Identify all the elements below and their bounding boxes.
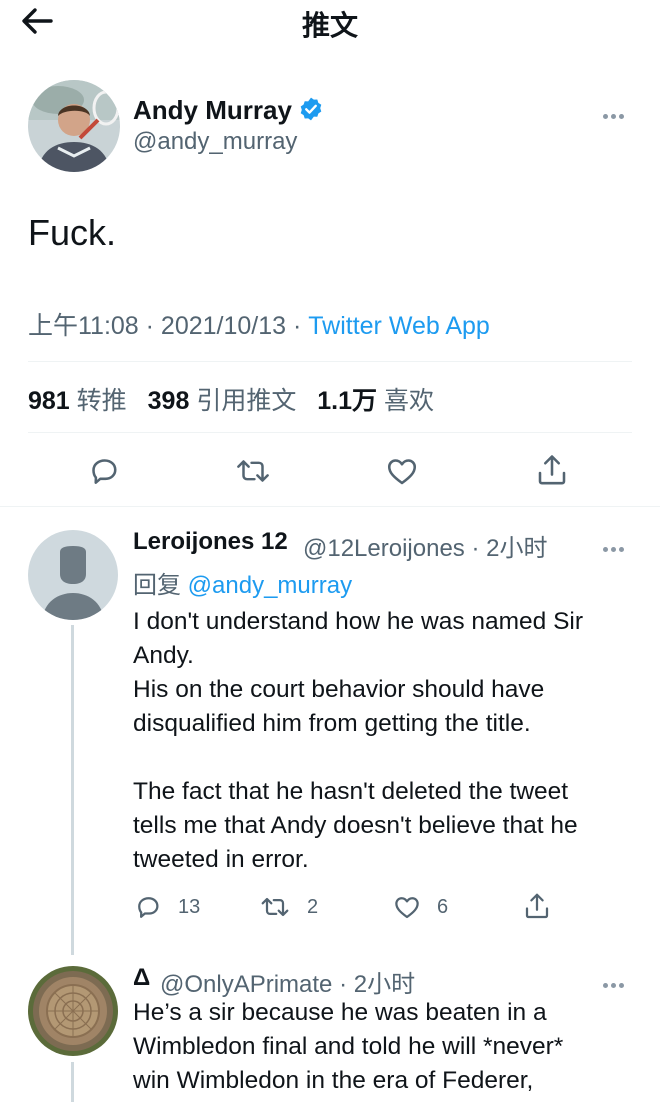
reply-to-link[interactable]: @andy_murray — [188, 572, 352, 599]
retweets-count: 981 — [28, 387, 70, 415]
reply-text: He’s a sir because he was beaten in a Wi… — [133, 999, 564, 1094]
reply-to-prefix: 回复 — [133, 572, 188, 599]
retweets-label: 转推 — [76, 387, 127, 415]
reply-author-name[interactable]: Leroijones 12 — [133, 528, 288, 556]
like-icon[interactable] — [384, 453, 420, 489]
divider — [28, 361, 632, 362]
more-icon[interactable] — [603, 539, 633, 552]
share-icon[interactable] — [534, 451, 570, 489]
reply-author-name[interactable]: Δ — [133, 964, 150, 992]
reply-author-handle[interactable]: @OnlyAPrimate · 2小时 — [160, 964, 415, 999]
retweet-icon[interactable] — [259, 892, 291, 922]
reply-text: I don't understand how he was named Sir … — [133, 608, 584, 873]
top-bar: 推文 — [0, 0, 660, 50]
quotes-count: 398 — [147, 387, 190, 415]
retweet-icon[interactable] — [234, 453, 272, 489]
reply-to-line: 回复 @andy_murray — [133, 565, 352, 600]
share-icon[interactable] — [522, 890, 552, 922]
thread-line — [71, 625, 74, 955]
tweet-meta: 上午11:08 · 2021/10/13 · Twitter Web App — [28, 306, 490, 342]
section-divider — [0, 506, 660, 507]
likes-stat[interactable]: 1.1万 喜欢 — [317, 387, 434, 415]
author-avatar[interactable] — [28, 80, 120, 172]
likes-label: 喜欢 — [384, 387, 435, 415]
quotes-stat[interactable]: 398 引用推文 — [148, 387, 297, 415]
reply-author-handle[interactable]: @12Leroijones · 2小时 — [303, 528, 547, 563]
like-icon[interactable] — [392, 892, 422, 922]
more-icon[interactable] — [603, 975, 633, 988]
quotes-label: 引用推文 — [196, 387, 297, 415]
reply-avatar[interactable] — [28, 530, 118, 620]
retweet-count: 2 — [307, 896, 319, 918]
reply-icon[interactable] — [86, 453, 122, 489]
tweet-stats: 981 转推 398 引用推文 1.1万 喜欢 — [28, 381, 448, 417]
reply-avatar[interactable] — [28, 966, 118, 1056]
more-icon[interactable] — [603, 106, 633, 119]
retweets-stat[interactable]: 981 转推 — [28, 387, 127, 415]
reply-icon[interactable] — [133, 892, 163, 922]
author-name[interactable]: Andy Murray — [133, 95, 292, 126]
divider — [28, 432, 632, 433]
verified-badge-icon — [298, 96, 324, 122]
tweet-timestamp: 上午11:08 · 2021/10/13 · — [28, 312, 309, 340]
likes-count: 1.1万 — [317, 387, 378, 415]
thread-line — [71, 1062, 74, 1102]
tweet-text: Fuck. — [28, 212, 117, 253]
reply-count: 13 — [178, 896, 201, 918]
page-title: 推文 — [301, 10, 358, 41]
tweet-source-link[interactable]: Twitter Web App — [308, 312, 490, 340]
author-handle[interactable]: @andy_murray — [133, 128, 297, 156]
like-count: 6 — [437, 896, 449, 918]
